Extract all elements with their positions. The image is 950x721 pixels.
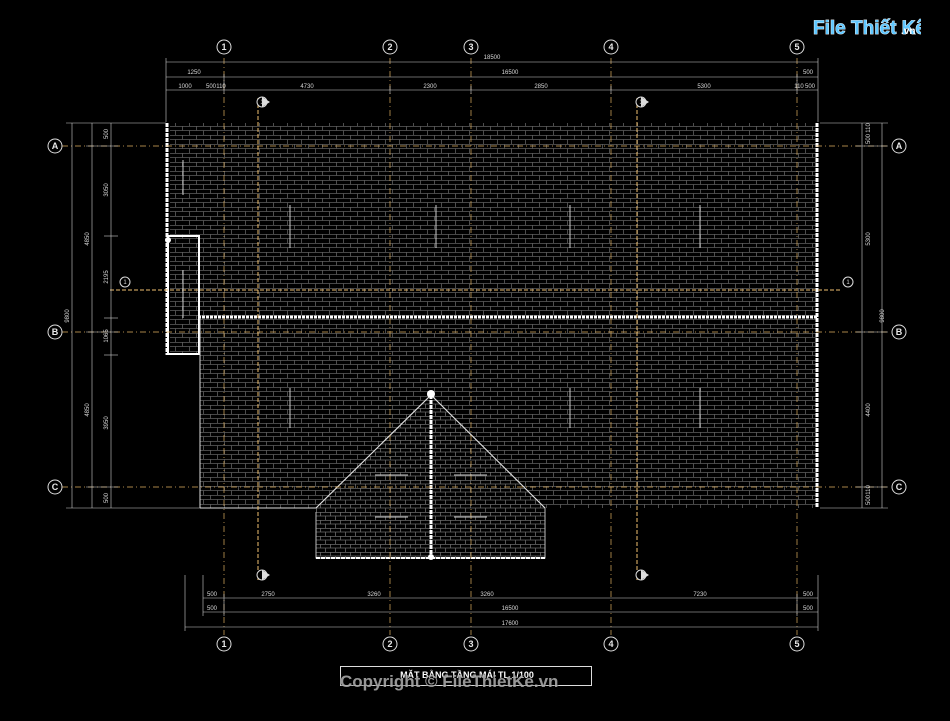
axis-bubble-c-right: C: [891, 479, 907, 495]
svg-text:4: 4: [608, 639, 613, 649]
dim-left-h: 9800: [65, 309, 71, 323]
left-roof-strip: [170, 238, 198, 353]
dim-left-c: 2195: [104, 270, 110, 284]
svg-text:2: 2: [387, 42, 392, 52]
svg-text:5: 5: [794, 639, 799, 649]
dim-left-a: 500: [104, 128, 110, 139]
dim-top-3b: 500: [206, 84, 217, 90]
dim-left-f: 500: [104, 492, 110, 503]
section-marker-top-left: 1: [256, 96, 270, 108]
svg-text:4: 4: [608, 42, 613, 52]
section-marker-bottom-right: [635, 569, 649, 581]
axis-bubble-5-bottom: 5: [789, 636, 805, 652]
dim-top-3e: 2300: [423, 84, 437, 90]
ridge-node-top: [427, 390, 435, 398]
dim-right-d: 4400: [866, 403, 872, 417]
svg-text:C: C: [52, 482, 59, 492]
dim-bot-overall: 17600: [502, 621, 519, 627]
axis-bubble-b-left: B: [47, 324, 63, 340]
dim-left-d: 1065: [104, 329, 110, 343]
dim-right-e: 110: [866, 485, 872, 495]
dim-top-3a: 1000: [178, 84, 192, 90]
dim-right-f: 500: [866, 494, 872, 505]
svg-text:1: 1: [221, 42, 226, 52]
section-marker-bottom-left: [256, 569, 270, 581]
dim-left-i: 4850: [85, 403, 91, 417]
dim-bot-1f: 500: [803, 592, 814, 598]
dim-bot-1d: 3260: [480, 592, 494, 598]
logo-domain: .vn: [901, 26, 915, 37]
axis-bubble-b-right: B: [891, 324, 907, 340]
section-marker-top-right: 1: [635, 96, 649, 108]
axis-bubble-a-left: A: [47, 138, 63, 154]
axis-bubble-3-top: 3: [463, 39, 479, 55]
axis-bubble-2-bottom: 2: [382, 636, 398, 652]
dim-bot-1c: 3260: [367, 592, 381, 598]
dim-top-overall: 18500: [484, 55, 501, 61]
dim-left-e: 3950: [104, 416, 110, 430]
axis-bubble-4-bottom: 4: [603, 636, 619, 652]
dim-bot-2b: 16500: [502, 606, 519, 612]
svg-text:A: A: [896, 141, 903, 151]
axis-bubble-5-top: 5: [789, 39, 805, 55]
svg-text:3: 3: [468, 639, 473, 649]
dim-top-3f: 2850: [534, 84, 548, 90]
dim-bot-1e: 7230: [693, 592, 707, 598]
dim-top-3c: 110: [216, 84, 226, 90]
axis-bubble-a-right: A: [891, 138, 907, 154]
dim-top-3i: 500: [805, 84, 816, 90]
axis-bubble-2-top: 2: [382, 39, 398, 55]
svg-text:5: 5: [794, 42, 799, 52]
upper-roof-plane: [170, 123, 817, 316]
section-marker-right: 1: [842, 276, 854, 288]
ridge-node-left: [165, 237, 171, 243]
dim-bot-1b: 2750: [261, 592, 275, 598]
dim-right-a: 110: [866, 123, 872, 133]
svg-text:2: 2: [387, 639, 392, 649]
dim-top-2a: 1250: [187, 70, 201, 76]
axis-bubble-c-left: C: [47, 479, 63, 495]
copyright-watermark: Copyright © FileThietKe.vn: [340, 672, 559, 691]
axis-bubble-4-top: 4: [603, 39, 619, 55]
svg-text:3: 3: [468, 42, 473, 52]
gable-cutout: [260, 508, 316, 512]
roof-tile-areas: [170, 123, 817, 559]
dim-bot-1a: 500: [207, 592, 218, 598]
svg-text:A: A: [52, 141, 59, 151]
dim-left-b: 3050: [104, 183, 110, 197]
axis-bubble-3-bottom: 3: [463, 636, 479, 652]
dim-top-2b: 16500: [502, 70, 519, 76]
dim-top-3d: 4730: [300, 84, 314, 90]
svg-text:C: C: [896, 482, 903, 492]
dim-right-g: 9800: [880, 309, 886, 323]
dim-top-3h: 110: [794, 84, 804, 90]
axis-bubble-1-top: 1: [216, 39, 232, 55]
site-logo: File Thiết Kế .vn: [813, 18, 921, 40]
dim-right-b: 500: [866, 133, 872, 144]
axis-bubble-1-bottom: 1: [216, 636, 232, 652]
section-marker-left: 1: [119, 276, 131, 288]
dim-top-2c: 500: [803, 70, 814, 76]
dim-bot-2c: 500: [803, 606, 814, 612]
dim-right-c: 5300: [866, 232, 872, 246]
svg-text:B: B: [52, 327, 59, 337]
dim-left-g: 4850: [85, 232, 91, 246]
ridge-node-bottom: [428, 554, 434, 560]
svg-text:1: 1: [221, 639, 226, 649]
roof-plan-drawing: 18500 1250 16500 500 1000 500 110 4730 2…: [47, 39, 907, 652]
dim-top-3g: 5300: [697, 84, 711, 90]
dim-bot-2a: 500: [207, 606, 218, 612]
svg-text:B: B: [896, 327, 903, 337]
